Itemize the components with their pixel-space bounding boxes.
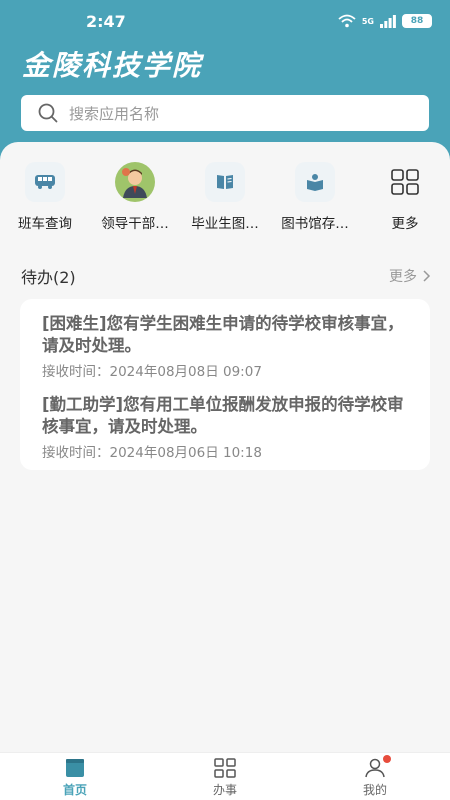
chevron-right-icon [423,270,431,282]
app-library[interactable]: 图书馆存… [270,162,360,232]
tab-label: 我的 [362,783,387,797]
app-label: 领导干部… [101,216,169,232]
battery-icon: 88 [402,14,432,28]
school-logo: 金陵科技学院 [22,49,203,82]
todo-text: [困难生]您有学生困难生申请的待学校审核事宜，请及时处理。 [42,314,404,355]
grid-icon [385,162,425,202]
app-leader-cadre[interactable]: 领导干部… [90,162,180,232]
book-icon [205,162,245,202]
todo-more-link[interactable]: 更多 [389,266,431,286]
todo-more-label: 更多 [389,269,417,285]
tab-profile[interactable]: 我的 [300,753,450,800]
app-label: 毕业生图… [191,216,259,232]
app-grid: 班车查询 领导干部… 毕业生图… 图书馆存… 更多 [0,162,450,232]
signal-icon [380,14,396,28]
todo-header: 待办(2) 更多 [21,264,431,288]
todo-list: [困难生]您有学生困难生申请的待学校审核事宜，请及时处理。 接收时间：2024年… [20,299,430,470]
todo-item[interactable]: [困难生]您有学生困难生申请的待学校审核事宜，请及时处理。 接收时间：2024年… [42,313,408,380]
app-label: 图书馆存… [281,216,349,232]
search-bar[interactable]: 搜索应用名称 [21,95,429,131]
wifi-icon [338,14,356,28]
status-time: 2:47 [86,12,126,31]
app-graduate-book[interactable]: 毕业生图… [180,162,270,232]
app-bus-query[interactable]: 班车查询 [0,162,90,232]
todo-text: [勤工助学]您有用工单位报酬发放申报的待学校审核事宜，请及时处理。 [42,395,404,436]
bus-icon [25,162,65,202]
notification-badge [383,755,391,763]
app-label: 更多 [391,216,419,232]
tab-home[interactable]: 首页 [0,753,150,800]
library-icon [295,162,335,202]
todo-item[interactable]: [勤工助学]您有用工单位报酬发放申报的待学校审核事宜，请及时处理。 接收时间：2… [42,394,408,461]
home-icon [66,759,84,777]
todo-title: 待办(2) [21,268,76,287]
status-icons: 5G 88 [338,14,432,28]
tab-bar: 首页 办事 我的 [0,752,450,800]
tab-label: 办事 [212,783,237,797]
todo-time: 接收时间：2024年08月08日 09:07 [42,364,262,380]
leader-avatar-icon [115,162,155,202]
tab-label: 首页 [62,783,87,797]
app-more[interactable]: 更多 [360,162,450,232]
network-label: 5G [361,16,374,26]
tab-services[interactable]: 办事 [150,753,300,800]
search-icon [38,103,58,123]
status-bar: 2:47 5G 88 [0,12,450,34]
main-card: 班车查询 领导干部… 毕业生图… 图书馆存… 更多 待办(2) 更多 [困难生]… [0,142,450,752]
search-placeholder: 搜索应用名称 [69,104,160,123]
grid-icon [214,758,236,778]
todo-time: 接收时间：2024年08月06日 10:18 [42,445,262,461]
app-label: 班车查询 [18,216,72,232]
